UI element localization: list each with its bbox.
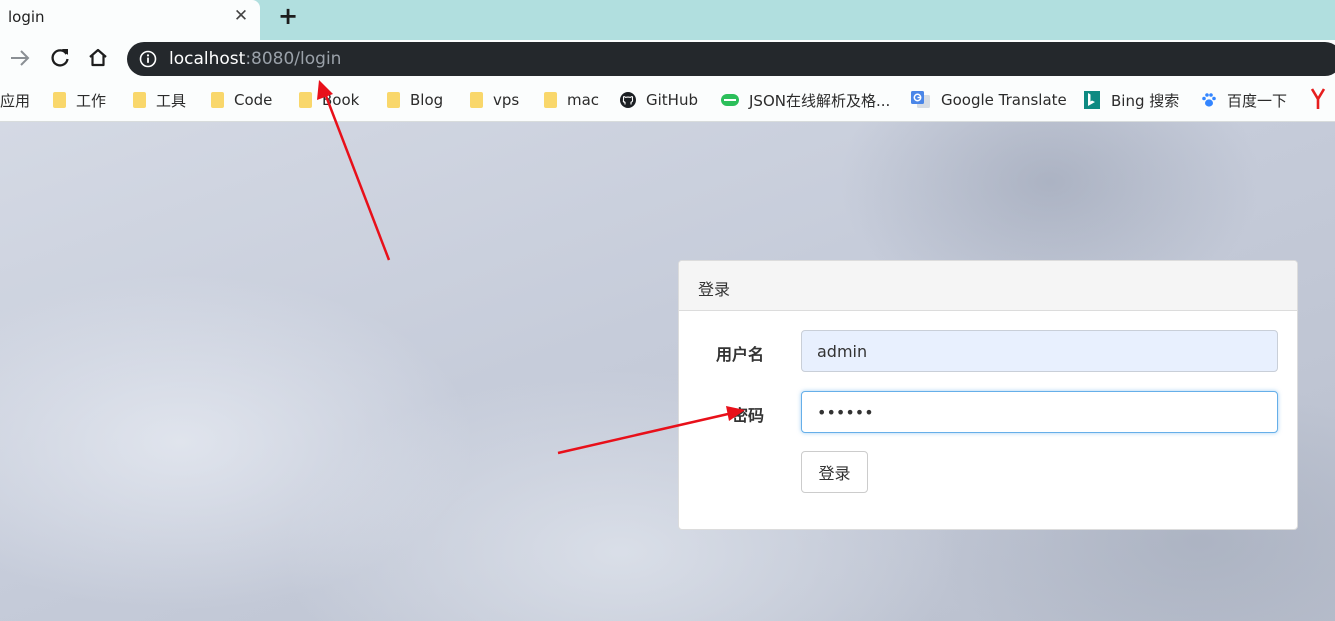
login-panel-heading: 登录 [679,261,1297,311]
bing-icon [1084,91,1100,109]
bookmark-label: Google Translate [941,91,1067,109]
bookmark-bing[interactable]: Bing 搜索 [1083,89,1179,111]
login-panel: 登录 用户名 密码 登录 [678,260,1298,530]
password-input[interactable] [801,391,1278,433]
url-text: localhost:8080/login [169,49,341,69]
bookmark-folder-code[interactable]: Code [211,89,272,111]
bookmark-folder-book[interactable]: Book [299,89,359,111]
tab-title: login [8,8,45,26]
close-tab-icon[interactable]: ✕ [232,6,250,26]
bookmark-label: Bing 搜索 [1111,91,1180,110]
browser-tab[interactable]: login ✕ [0,0,260,40]
bookmark-json[interactable]: JSON在线解析及格... [721,89,890,111]
password-label: 密码 [731,406,764,425]
yandex-icon[interactable] [1310,88,1326,110]
folder-icon [387,92,400,108]
username-input[interactable] [801,330,1278,372]
json-icon [721,94,739,106]
home-icon[interactable] [85,45,111,71]
bookmark-label: mac [567,91,600,109]
bookmark-google-translate[interactable]: Google Translate [911,89,1067,111]
new-tab-button[interactable]: + [276,3,300,29]
bookmark-label: 百度一下 [1227,91,1288,110]
folder-icon [544,92,557,108]
bookmark-folder-mac[interactable]: mac [544,89,599,111]
tab-strip: login ✕ + [0,0,1335,40]
bookmark-folder-blog[interactable]: Blog [387,89,443,111]
bookmark-baidu[interactable]: 百度一下 [1201,89,1287,111]
bookmarks-bar: 应用 工作 工具 Code Book Blog vps mac GitHub J… [0,78,1335,122]
username-label: 用户名 [715,345,764,364]
bookmark-label: 工具 [156,91,187,110]
bookmark-folder-vps[interactable]: vps [470,89,519,111]
reload-icon[interactable] [47,45,73,71]
bookmark-label: 工作 [76,91,107,110]
bookmark-label: Code [234,91,273,109]
bookmark-apps[interactable]: 应用 [0,89,30,111]
url-path: :8080/login [245,49,342,69]
github-icon [620,92,636,108]
bookmark-label: Book [322,91,360,109]
bookmark-label: GitHub [646,91,698,109]
bookmark-folder-tools[interactable]: 工具 [133,89,186,111]
google-translate-icon [911,91,930,108]
folder-icon [299,92,312,108]
folder-icon [470,92,483,108]
page-background: 登录 用户名 密码 登录 [0,122,1335,621]
bookmark-label: 应用 [0,91,31,110]
folder-icon [211,92,224,108]
bookmark-folder-work[interactable]: 工作 [53,89,106,111]
forward-arrow-icon[interactable] [7,45,33,71]
site-info-icon[interactable] [139,50,157,68]
bookmark-github[interactable]: GitHub [620,89,698,111]
folder-icon [53,92,66,108]
bookmark-label: Blog [410,91,444,109]
bookmark-label: vps [493,91,520,109]
login-button[interactable]: 登录 [801,451,868,493]
baidu-paw-icon [1202,93,1216,107]
address-bar[interactable]: localhost:8080/login [127,42,1335,76]
browser-toolbar: localhost:8080/login [0,40,1335,78]
url-host: localhost [169,49,246,69]
bookmark-label: JSON在线解析及格... [749,91,891,110]
folder-icon [133,92,146,108]
